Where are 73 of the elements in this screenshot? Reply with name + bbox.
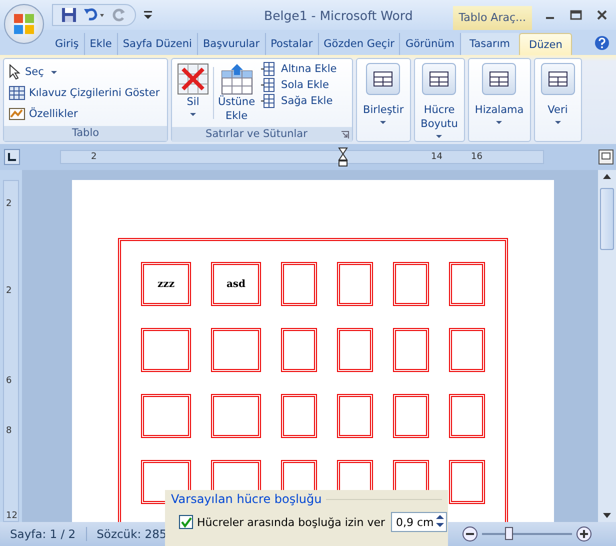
dropdown-button[interactable]: Hizalama [472, 63, 526, 127]
table-cell: zzz [141, 262, 191, 306]
table-cell: asd [211, 262, 261, 306]
window-title: Belge1 - Microsoft Word [264, 8, 413, 22]
table-cell-icon [489, 71, 510, 87]
zoom-in-icon[interactable] [576, 526, 592, 542]
table-insert-icon [261, 94, 278, 108]
table-delete-icon [177, 63, 209, 95]
insert-button[interactable]: Sola Ekle [259, 77, 331, 93]
table-cell [141, 328, 191, 372]
cursor-icon [9, 64, 21, 80]
table-cell [211, 328, 261, 372]
table-cell-icon [548, 71, 568, 87]
context-tab-label: Tablo Araç... [452, 6, 532, 30]
maximize-icon[interactable] [570, 9, 582, 21]
insert-button[interactable]: Altına Ekle [259, 61, 339, 77]
close-icon[interactable] [596, 9, 608, 21]
table-cell [449, 394, 485, 438]
horizontal-ruler: 2 14 16 [60, 150, 544, 164]
table-cell-icon [429, 71, 450, 87]
customize-icon[interactable] [144, 10, 152, 20]
logo-icon [11, 11, 37, 37]
help-icon[interactable] [594, 35, 610, 51]
corner-icon [7, 152, 17, 162]
ribbon-tab[interactable]: Giriş [50, 33, 84, 55]
select-button[interactable]: Seç [7, 63, 164, 82]
indent-marker[interactable] [338, 147, 348, 167]
table-cell [281, 328, 317, 372]
delete-button[interactable]: Sil [175, 61, 211, 125]
group-label: Tablo [4, 126, 167, 141]
table-cell [211, 394, 261, 438]
view-ruler-icon[interactable] [598, 149, 614, 165]
ribbon-tab[interactable]: Düzen [519, 33, 572, 55]
save-icon[interactable] [61, 7, 77, 23]
table-cell [281, 394, 317, 438]
table-cell [393, 262, 429, 306]
dialog-launcher-icon[interactable] [341, 130, 349, 138]
table-cell [449, 262, 485, 306]
insert-button[interactable]: Sağa Ekle [259, 93, 335, 109]
spacing-checkbox[interactable]: Hücreler arasında boşluğa izin ver [179, 515, 386, 529]
tab-selector[interactable] [4, 149, 20, 165]
table-cell [337, 328, 373, 372]
spacing-field[interactable]: 0,9 cm [391, 512, 447, 532]
table-cell-icon [373, 71, 394, 87]
table-insert-icon [261, 62, 278, 76]
insert-above-button[interactable]: Üstüne Ekle [216, 61, 258, 125]
undo-icon[interactable] [83, 7, 105, 23]
grid-icon [9, 86, 25, 100]
insert-row-above-icon [220, 63, 253, 95]
table-cell [393, 328, 429, 372]
dropdown-button[interactable]: Veri [538, 63, 577, 127]
table-cell [449, 328, 485, 372]
table-cell [449, 460, 485, 504]
dropdown-button[interactable]: Hücre Boyutu [418, 63, 460, 141]
check-icon [180, 516, 192, 528]
scroll-thumb[interactable] [600, 188, 614, 250]
table-cell [393, 394, 429, 438]
section-title: Varsayılan hücre boşluğu [171, 492, 322, 506]
table-properties-icon [9, 106, 25, 121]
table-insert-icon [261, 78, 278, 92]
page-count[interactable]: Sayfa: 1 / 2 [0, 527, 87, 541]
gridlines-button[interactable]: Kılavuz Çizgilerini Göster [7, 85, 164, 102]
table-cell [141, 394, 191, 438]
zoom-out-icon[interactable] [462, 526, 478, 542]
scrollbar[interactable] [598, 170, 616, 522]
vertical-ruler: 2 2 6 8 12 [3, 180, 19, 522]
office-button[interactable] [4, 4, 44, 44]
table-cell [281, 262, 317, 306]
table-cell [337, 262, 373, 306]
properties-button[interactable]: Özellikler [7, 106, 164, 122]
table-cell [337, 394, 373, 438]
ribbon-tab[interactable]: Tasarım [460, 33, 519, 55]
dropdown-button[interactable]: Birleştir [361, 63, 406, 127]
